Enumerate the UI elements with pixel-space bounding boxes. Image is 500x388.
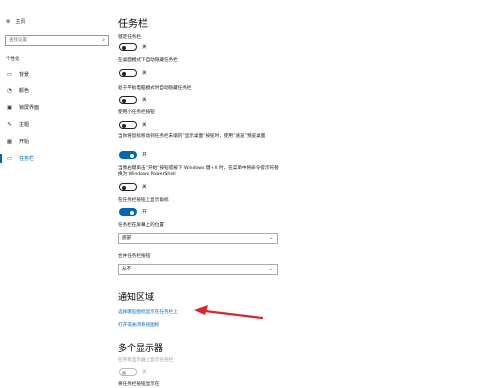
annotation-arrow-icon: [194, 305, 264, 320]
